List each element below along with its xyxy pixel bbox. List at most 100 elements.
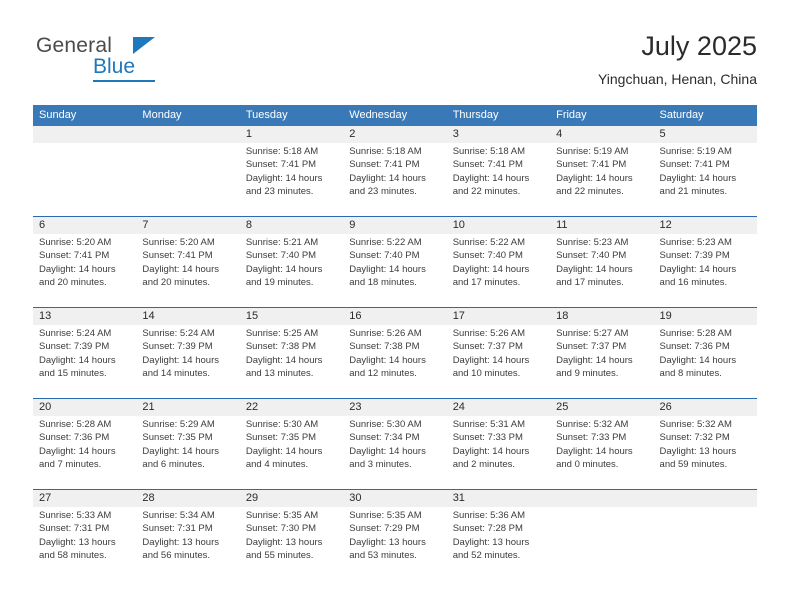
daylight-text-line1: Daylight: 14 hours	[349, 354, 426, 366]
calendar-day-cell[interactable]: 2 Sunrise: 5:18 AM Sunset: 7:41 PM Daylight…	[343, 126, 446, 216]
sunrise-text: Sunrise: 5:27 AM	[556, 328, 629, 339]
calendar-day-cell[interactable]: 28 Sunrise: 5:34 AM Sunset: 7:31 PM Dayligh…	[136, 490, 239, 580]
calendar-day-cell[interactable]: 11 Sunrise: 5:23 AM Sunset: 7:40 PM Dayligh…	[550, 217, 653, 307]
sunrise-text: Sunrise: 5:28 AM	[659, 328, 732, 339]
day-info: Sunrise: 5:20 AM Sunset: 7:41 PM Daylight:…	[39, 236, 133, 289]
daylight-text-line2: and 14 minutes.	[142, 367, 211, 379]
sunrise-text: Sunrise: 5:35 AM	[349, 510, 422, 521]
calendar-day-cell[interactable]: 6 Sunrise: 5:20 AM Sunset: 7:41 PM Daylight…	[33, 217, 136, 307]
daylight-text-line2: and 23 minutes.	[245, 185, 314, 197]
calendar-day-cell[interactable]: 13 Sunrise: 5:24 AM Sunset: 7:39 PM Dayligh…	[33, 308, 136, 398]
calendar-day-cell[interactable]: 29 Sunrise: 5:35 AM Sunset: 7:30 PM Dayligh…	[240, 490, 343, 580]
daylight-text-line1: Daylight: 14 hours	[245, 263, 323, 275]
page-header: General Blue July 2025 Yingchuan, Henan,…	[33, 30, 757, 96]
sunrise-text: Sunrise: 5:23 AM	[659, 237, 732, 248]
week-days: 6 Sunrise: 5:20 AM Sunset: 7:41 PM Daylight…	[33, 217, 757, 307]
general-blue-logo: General Blue	[36, 34, 236, 90]
day-number: 4	[556, 128, 563, 140]
calendar-day-cell[interactable]: 22 Sunrise: 5:30 AM Sunset: 7:35 PM Dayligh…	[240, 399, 343, 489]
daylight-text-line1: Daylight: 14 hours	[142, 263, 219, 275]
day-number: 15	[245, 310, 259, 322]
day-info: Sunrise: 5:36 AM Sunset: 7:28 PM Daylight:…	[453, 509, 547, 562]
sunset-text: Sunset: 7:40 PM	[349, 250, 420, 262]
calendar-day-cell[interactable]: 25 Sunrise: 5:32 AM Sunset: 7:33 PM Dayligh…	[550, 399, 653, 489]
weekday-header-row: Sunday Monday Tuesday Wednesday Thursday…	[33, 105, 757, 126]
calendar-day-cell[interactable]: 31 Sunrise: 5:36 AM Sunset: 7:28 PM Dayligh…	[447, 490, 550, 580]
calendar-day-cell[interactable]: 17 Sunrise: 5:26 AM Sunset: 7:37 PM Dayligh…	[447, 308, 550, 398]
daylight-text-line2: and 20 minutes.	[39, 276, 107, 288]
day-number: 1	[245, 128, 252, 140]
day-number: 26	[659, 401, 672, 413]
calendar-day-cell[interactable]: 9 Sunrise: 5:22 AM Sunset: 7:40 PM Daylight…	[343, 217, 446, 307]
sunset-text: Sunset: 7:41 PM	[349, 159, 420, 171]
daylight-text-line2: and 12 minutes.	[349, 367, 417, 379]
calendar-day-cell[interactable]: 12 Sunrise: 5:23 AM Sunset: 7:39 PM Dayligh…	[654, 217, 757, 307]
sunrise-text: Sunrise: 5:29 AM	[142, 419, 215, 430]
calendar-day-cell[interactable]: 23 Sunrise: 5:30 AM Sunset: 7:34 PM Dayligh…	[343, 399, 446, 489]
daylight-text-line2: and 59 minutes.	[659, 458, 728, 470]
calendar-day-cell[interactable]: 20 Sunrise: 5:28 AM Sunset: 7:36 PM Dayligh…	[33, 399, 136, 489]
calendar-week-row: 27 Sunrise: 5:33 AM Sunset: 7:31 PM Dayligh…	[33, 489, 757, 580]
daylight-text-line2: and 3 minutes.	[349, 458, 412, 470]
daylight-text-line1: Daylight: 14 hours	[556, 354, 633, 366]
calendar-day-cell[interactable]: 8 Sunrise: 5:21 AM Sunset: 7:40 PM Daylight…	[240, 217, 343, 307]
calendar-page: General Blue July 2025 Yingchuan, Henan,…	[0, 0, 792, 612]
calendar-day-cell[interactable]: 1 Sunrise: 5:18 AM Sunset: 7:41 PM Daylight…	[240, 126, 343, 216]
weekday-header-thursday: Thursday	[452, 109, 499, 121]
sunset-text: Sunset: 7:36 PM	[659, 341, 730, 353]
daylight-text-line2: and 18 minutes.	[349, 276, 417, 288]
calendar-day-cell[interactable]: 3 Sunrise: 5:18 AM Sunset: 7:41 PM Daylight…	[447, 126, 550, 216]
sunset-text: Sunset: 7:35 PM	[142, 432, 213, 444]
calendar-day-cell[interactable]: 10 Sunrise: 5:22 AM Sunset: 7:40 PM Dayligh…	[447, 217, 550, 307]
page-title: July 2025	[641, 31, 757, 61]
calendar-day-cell[interactable]: 4 Sunrise: 5:19 AM Sunset: 7:41 PM Daylight…	[550, 126, 653, 216]
sunset-text: Sunset: 7:40 PM	[245, 250, 317, 262]
day-number: 18	[556, 310, 569, 322]
sunset-text: Sunset: 7:39 PM	[659, 250, 730, 262]
sunrise-text: Sunrise: 5:31 AM	[452, 419, 526, 430]
sunrise-text: Sunrise: 5:19 AM	[556, 146, 629, 157]
calendar-day-cell[interactable]: 21 Sunrise: 5:29 AM Sunset: 7:35 PM Dayligh…	[136, 399, 239, 489]
calendar-week-row: 1 Sunrise: 5:18 AM Sunset: 7:41 PM Daylight…	[33, 126, 757, 216]
calendar-day-cell[interactable]: 26 Sunrise: 5:32 AM Sunset: 7:32 PM Dayligh…	[654, 399, 757, 489]
calendar-day-cell[interactable]: 15 Sunrise: 5:25 AM Sunset: 7:38 PM Dayligh…	[240, 308, 343, 398]
sunrise-text: Sunrise: 5:34 AM	[142, 510, 215, 521]
weekday-header-wednesday: Wednesday	[349, 109, 408, 121]
daylight-text-line1: Daylight: 14 hours	[659, 263, 737, 275]
sunset-text: Sunset: 7:33 PM	[452, 432, 523, 444]
daylight-text-line1: Daylight: 14 hours	[556, 445, 633, 457]
day-number: 3	[452, 128, 459, 140]
sunset-text: Sunset: 7:36 PM	[39, 432, 110, 444]
day-number: 24	[452, 401, 465, 413]
calendar-day-cell[interactable]: 7 Sunrise: 5:20 AM Sunset: 7:41 PM Daylight…	[136, 217, 239, 307]
day-number: 16	[349, 310, 362, 322]
sunset-text: Sunset: 7:38 PM	[349, 341, 420, 353]
calendar-day-cell[interactable]: 14 Sunrise: 5:24 AM Sunset: 7:39 PM Dayligh…	[136, 308, 239, 398]
weekday-header-friday: Friday	[556, 109, 587, 121]
calendar-week-row: 13 Sunrise: 5:24 AM Sunset: 7:39 PM Dayligh…	[33, 307, 757, 398]
day-number: 29	[245, 492, 259, 504]
calendar-day-cell[interactable]: 24 Sunrise: 5:31 AM Sunset: 7:33 PM Dayligh…	[447, 399, 550, 489]
sunrise-text: Sunrise: 5:28 AM	[39, 419, 112, 430]
calendar-day-cell[interactable]: 16 Sunrise: 5:26 AM Sunset: 7:38 PM Dayligh…	[343, 308, 446, 398]
calendar-day-cell[interactable]: 30 Sunrise: 5:35 AM Sunset: 7:29 PM Dayligh…	[343, 490, 446, 580]
sunrise-text: Sunrise: 5:19 AM	[659, 146, 732, 157]
daylight-text-line2: and 7 minutes.	[39, 458, 102, 470]
calendar-day-cell[interactable]: 5 Sunrise: 5:19 AM Sunset: 7:41 PM Daylight…	[654, 126, 757, 216]
day-info: Sunrise: 5:32 AM Sunset: 7:32 PM Daylight:…	[660, 418, 754, 471]
day-info: Sunrise: 5:24 AM Sunset: 7:39 PM Daylight:…	[142, 327, 236, 380]
daylight-text-line2: and 15 minutes.	[39, 367, 107, 379]
week-days: 1 Sunrise: 5:18 AM Sunset: 7:41 PM Daylight…	[33, 126, 757, 216]
calendar-day-cell[interactable]: 18 Sunrise: 5:27 AM Sunset: 7:37 PM Dayligh…	[550, 308, 653, 398]
calendar-day-cell[interactable]: 19 Sunrise: 5:28 AM Sunset: 7:36 PM Dayligh…	[654, 308, 757, 398]
calendar-cell-empty	[550, 490, 653, 580]
calendar-cell-empty	[654, 490, 757, 580]
sunrise-text: Sunrise: 5:18 AM	[245, 146, 319, 157]
calendar-day-cell[interactable]: 27 Sunrise: 5:33 AM Sunset: 7:31 PM Dayligh…	[33, 490, 136, 580]
day-info: Sunrise: 5:26 AM Sunset: 7:38 PM Daylight:…	[349, 327, 443, 380]
daylight-text-line2: and 4 minutes.	[245, 458, 309, 470]
logo-underline	[93, 80, 155, 82]
sunset-text: Sunset: 7:38 PM	[245, 341, 317, 353]
sunrise-text: Sunrise: 5:20 AM	[142, 237, 215, 248]
sunrise-text: Sunrise: 5:32 AM	[556, 419, 629, 430]
